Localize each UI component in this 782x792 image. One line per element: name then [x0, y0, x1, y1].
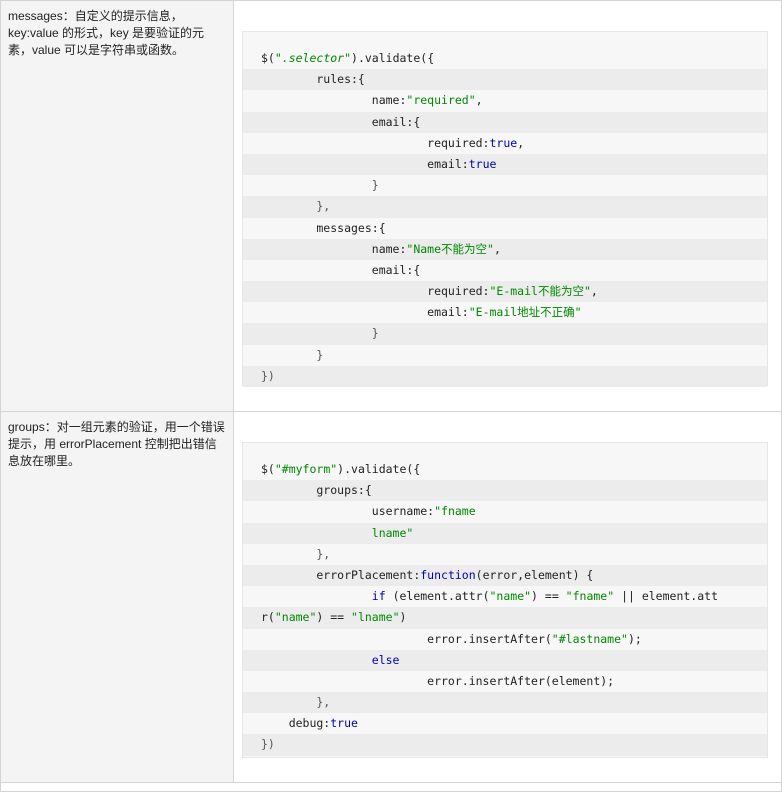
code-line: messages:{: [243, 218, 767, 239]
code-line: email:{: [243, 111, 767, 133]
code-line: lname": [243, 522, 767, 544]
code-token: error.insertAfter(: [261, 631, 552, 646]
code-token: ,: [517, 135, 525, 150]
code-token: "E-mail地址不正确": [468, 305, 582, 320]
code-token: ,: [493, 241, 501, 256]
code-token: }: [261, 326, 379, 341]
code-token: ) ==: [316, 610, 352, 625]
code-token: ) ==: [531, 589, 566, 604]
code-token: ): [399, 610, 407, 625]
code-token: email:: [261, 305, 469, 320]
code-token: email:{: [261, 262, 421, 277]
code-token: ,: [590, 284, 598, 299]
code-line: debug:true: [243, 713, 767, 734]
code-token: ).validate({: [351, 51, 435, 65]
code-token: }): [261, 368, 275, 383]
code-line: groups:{: [243, 480, 767, 502]
code-line: },: [243, 544, 767, 565]
code-token: debug:: [261, 716, 331, 731]
code-token: required:: [261, 284, 490, 299]
code-token: }): [261, 737, 275, 752]
code-token: else: [371, 652, 400, 667]
code-line: error.insertAfter(element);: [243, 671, 767, 692]
code-line: }): [243, 365, 767, 387]
code-token: "lname": [351, 610, 400, 625]
code-line: username:"fname: [243, 501, 767, 522]
code-line: }: [243, 175, 767, 196]
code-token: lname": [261, 525, 414, 540]
api-doc-table: messages：自定义的提示信息，key:value 的形式，key 是要验证…: [0, 0, 782, 792]
code-token: }: [261, 347, 324, 362]
code-token: r(: [261, 610, 275, 625]
code-token: if: [371, 589, 386, 604]
code-line: r("name") == "lname"): [243, 607, 767, 629]
code-token: groups:{: [261, 483, 372, 498]
code-line: }: [243, 345, 767, 366]
code-token: "#lastname": [551, 631, 628, 646]
code-token: ".selector": [274, 51, 352, 65]
code-token: "fname": [565, 589, 615, 604]
code-token: rules:{: [261, 72, 365, 87]
code-line: error.insertAfter("#lastname");: [243, 629, 767, 650]
code-token: (error,element) {: [475, 567, 594, 582]
code-token: "required": [406, 93, 476, 108]
code-token: error.insertAfter(element);: [261, 673, 615, 688]
code-line: $("#myform").validate({: [243, 459, 767, 480]
code-token: errorPlacement:: [261, 567, 421, 582]
code-token: name:: [261, 241, 407, 256]
code-token: email:{: [261, 114, 421, 129]
code-line: $(".selector").validate({: [243, 48, 767, 69]
code-line: name:"Name不能为空",: [243, 238, 767, 260]
code-token: required:: [261, 135, 490, 150]
code-token: },: [261, 695, 331, 710]
code-block-messages: $(".selector").validate({ rules:{ name:"…: [242, 31, 768, 387]
option-description: messages：自定义的提示信息，key:value 的形式，key 是要验证…: [1, 1, 234, 411]
option-description: groups：对一组元素的验证，用一个错误提示，用 errorPlacement…: [1, 412, 234, 782]
code-token: email:: [261, 156, 469, 171]
code-token: ,: [475, 93, 483, 108]
code-token: messages:{: [261, 220, 386, 235]
code-token: (element.attr(: [385, 589, 490, 604]
code-line: required:true,: [243, 133, 767, 154]
table-row-messages: messages：自定义的提示信息，key:value 的形式，key 是要验证…: [1, 1, 781, 412]
code-block-groups: $("#myform").validate({ groups:{ usernam…: [242, 442, 768, 758]
code-line: },: [243, 196, 767, 218]
code-token: "name": [274, 610, 317, 625]
code-line: }: [243, 323, 767, 345]
code-token: "fname: [434, 504, 476, 519]
code-line: }): [243, 734, 767, 756]
code-line: else: [243, 649, 767, 671]
code-token: "#myform": [274, 462, 338, 476]
code-token: "name": [489, 589, 532, 604]
code-token: true: [468, 156, 497, 171]
code-token: || element.att: [614, 589, 718, 604]
code-line: required:"E-mail不能为空",: [243, 281, 767, 303]
code-token: username:: [261, 504, 435, 519]
code-token: true: [330, 716, 358, 731]
code-token: ).validate({: [337, 462, 421, 476]
code-token: },: [261, 199, 331, 214]
code-token: "E-mail不能为空": [489, 284, 591, 299]
code-line: email:"E-mail地址不正确": [243, 302, 767, 323]
code-line: if (element.attr("name") == "fname" || e…: [243, 586, 767, 607]
code-line: errorPlacement:function(error,element) {: [243, 564, 767, 587]
code-token: function: [420, 567, 476, 582]
code-line: email:true: [243, 153, 767, 176]
code-line: email:{: [243, 260, 767, 281]
code-line: rules:{: [243, 69, 767, 91]
code-token: $(: [261, 462, 275, 476]
code-token: $(: [261, 51, 275, 65]
code-token: "Name不能为空": [406, 241, 494, 256]
table-row-groups: groups：对一组元素的验证，用一个错误提示，用 errorPlacement…: [1, 412, 781, 783]
code-token: }: [261, 178, 379, 193]
code-token: );: [627, 631, 642, 646]
code-line: },: [243, 692, 767, 714]
code-token: name:: [261, 93, 407, 108]
code-token: },: [261, 546, 331, 561]
code-token: true: [489, 135, 518, 150]
code-line: name:"required",: [243, 90, 767, 111]
